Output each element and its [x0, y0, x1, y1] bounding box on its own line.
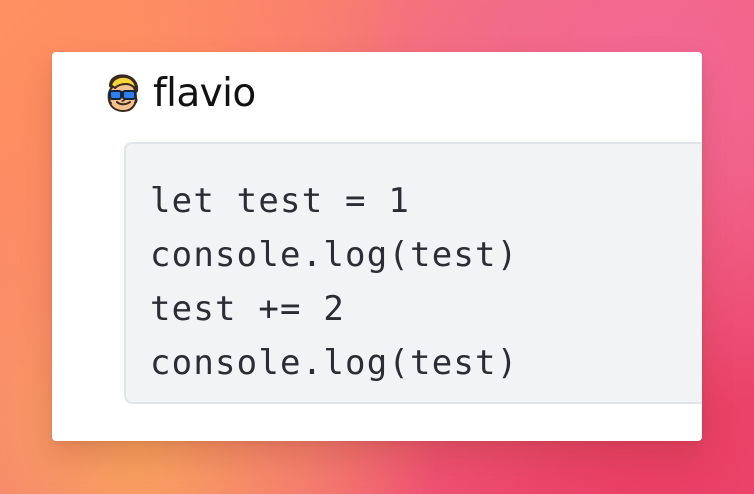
code-line-2: console.log(test): [150, 235, 519, 275]
code-line-3: test += 2: [150, 289, 346, 329]
code-block: let test = 1 console.log(test) test += 2 co…: [150, 174, 518, 390]
brand-name: flavio: [153, 71, 256, 116]
code-card: flavio let test = 1 console.log(test) test…: [52, 52, 702, 441]
code-line-4: console.log(test): [150, 343, 519, 383]
cartoon-person-with-sunglasses-icon: [99, 71, 143, 115]
brand-header: flavio: [99, 69, 256, 117]
code-panel: let test = 1 console.log(test) test += 2 co…: [124, 142, 702, 404]
code-line-1: let test = 1: [150, 181, 411, 221]
